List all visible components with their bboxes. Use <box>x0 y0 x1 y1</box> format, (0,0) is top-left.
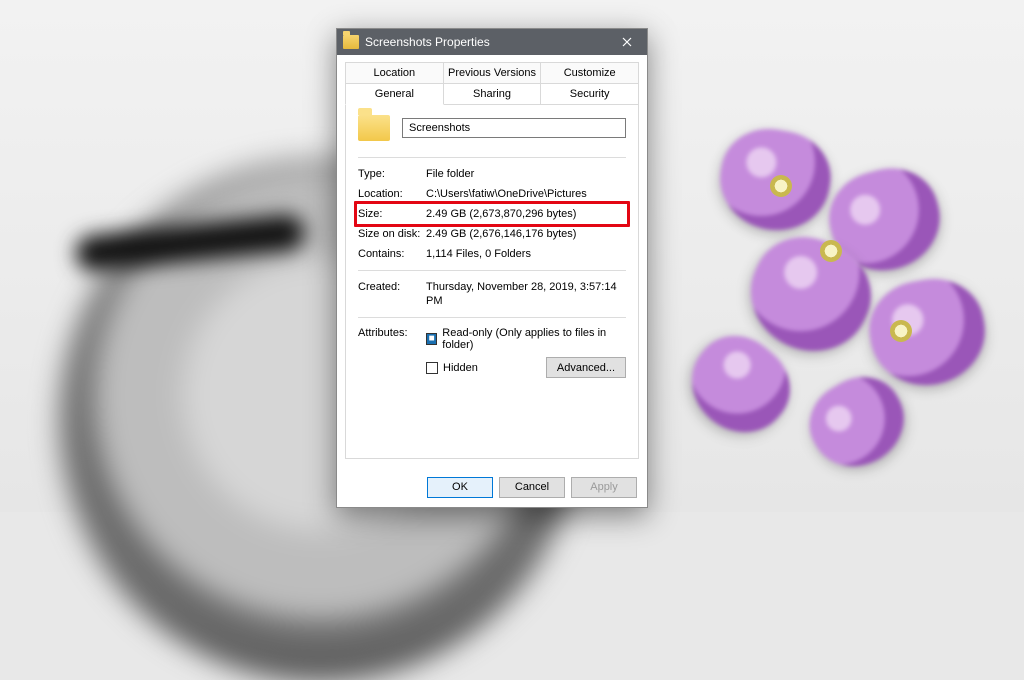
hidden-label: Hidden <box>443 362 478 374</box>
folder-large-icon <box>358 115 390 141</box>
created-value: Thursday, November 28, 2019, 3:57:14 PM <box>426 280 626 308</box>
contains-value: 1,114 Files, 0 Folders <box>426 247 626 261</box>
folder-name-input[interactable]: Screenshots <box>402 118 626 138</box>
checkbox-empty-icon <box>426 362 438 374</box>
size-value: 2.49 GB (2,673,870,296 bytes) <box>426 207 626 221</box>
tab-customize[interactable]: Customize <box>541 62 639 83</box>
separator <box>358 270 626 271</box>
readonly-label: Read-only (Only applies to files in fold… <box>442 327 626 351</box>
size-on-disk-label: Size on disk: <box>358 227 426 241</box>
close-button[interactable] <box>607 29 647 55</box>
window-title: Screenshots Properties <box>365 35 607 49</box>
created-label: Created: <box>358 280 426 308</box>
readonly-checkbox[interactable]: ■ Read-only (Only applies to files in fo… <box>426 327 626 351</box>
tab-row-top: Location Previous Versions Customize <box>337 55 647 82</box>
folder-name-text: Screenshots <box>409 122 470 134</box>
location-value: C:\Users\fatiw\OneDrive\Pictures <box>426 187 626 201</box>
tab-general[interactable]: General <box>345 83 444 105</box>
tab-security[interactable]: Security <box>541 83 639 105</box>
tab-location[interactable]: Location <box>345 62 444 83</box>
folder-icon <box>343 35 359 49</box>
properties-dialog: Screenshots Properties Location Previous… <box>336 28 648 508</box>
advanced-button[interactable]: Advanced... <box>546 357 626 378</box>
titlebar[interactable]: Screenshots Properties <box>337 29 647 55</box>
type-label: Type: <box>358 167 426 181</box>
type-value: File folder <box>426 167 626 181</box>
checkbox-indeterminate-icon: ■ <box>426 333 437 345</box>
separator <box>358 157 626 158</box>
hidden-checkbox[interactable]: Hidden <box>426 362 478 374</box>
ok-button[interactable]: OK <box>427 477 493 498</box>
location-label: Location: <box>358 187 426 201</box>
attributes-label: Attributes: <box>358 327 426 378</box>
cancel-button[interactable]: Cancel <box>499 477 565 498</box>
size-on-disk-value: 2.49 GB (2,676,146,176 bytes) <box>426 227 626 241</box>
tab-sharing[interactable]: Sharing <box>444 83 542 105</box>
tab-previous-versions[interactable]: Previous Versions <box>444 62 542 83</box>
tab-row-bottom: General Sharing Security <box>337 82 647 104</box>
contains-label: Contains: <box>358 247 426 261</box>
dialog-footer: OK Cancel Apply <box>337 467 647 507</box>
close-icon <box>622 37 632 47</box>
separator <box>358 317 626 318</box>
general-panel: Screenshots Type:File folder Location:C:… <box>345 104 639 459</box>
size-label: Size: <box>358 207 426 221</box>
apply-button[interactable]: Apply <box>571 477 637 498</box>
